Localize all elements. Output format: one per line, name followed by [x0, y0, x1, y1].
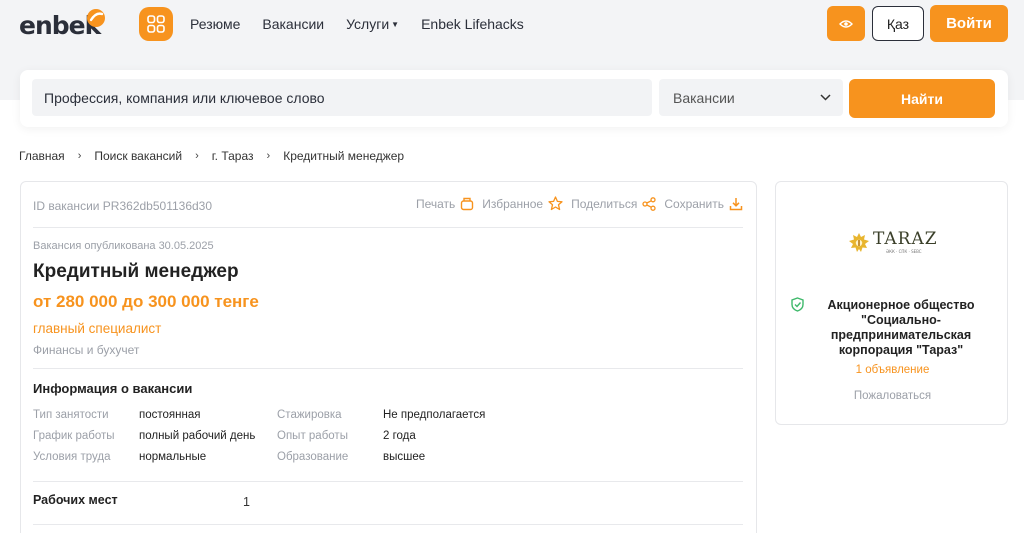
taraz-emblem-icon: [849, 232, 869, 252]
apps-grid-icon: [147, 15, 165, 33]
printer-icon: [461, 197, 474, 210]
info-label: Образование: [277, 450, 349, 463]
info-value: высшее: [383, 450, 426, 463]
job-category: Финансы и бухучет: [33, 343, 140, 357]
company-ads-link[interactable]: 1 объявление: [776, 364, 1009, 376]
seats-value: 1: [243, 495, 250, 509]
nav-item-services[interactable]: Услуги ▼: [346, 16, 399, 32]
vacancy-card: ID вакансии PR362db501136d30 Печать Избр…: [20, 181, 757, 533]
divider: [33, 368, 743, 369]
complain-link[interactable]: Пожаловаться: [776, 390, 1009, 402]
info-value: постоянная: [139, 408, 201, 421]
breadcrumb-current: Кредитный менеджер: [283, 149, 405, 163]
info-value: нормальные: [139, 450, 207, 463]
chevron-down-icon: [820, 94, 831, 101]
search-type-value: Вакансии: [673, 89, 735, 106]
info-label: Опыт работы: [277, 429, 348, 442]
divider: [33, 524, 743, 525]
job-title: Кредитный менеджер: [33, 261, 239, 282]
print-button[interactable]: Печать: [416, 197, 474, 211]
favorite-button[interactable]: Избранное: [482, 196, 563, 211]
info-label: Условия труда: [33, 450, 111, 463]
search-panel: Вакансии Найти: [20, 70, 1008, 127]
info-row: Условия труда нормальные Образование выс…: [33, 446, 533, 467]
caret-down-icon: ▼: [391, 20, 400, 29]
company-logo[interactable]: TARAZ ӘКК · СПК · SEBC: [848, 231, 938, 254]
info-value: Не предполагается: [383, 408, 486, 421]
company-logo-text: TARAZ: [873, 229, 938, 249]
share-icon: [642, 196, 657, 211]
search-type-select[interactable]: Вакансии: [659, 79, 843, 116]
print-label: Печать: [415, 196, 456, 211]
nav-item-services-label: Услуги: [346, 16, 390, 32]
save-button[interactable]: Сохранить: [664, 197, 743, 211]
nav-item-vacancies[interactable]: Вакансии: [262, 16, 324, 32]
nav-item-resume[interactable]: Резюме: [190, 16, 240, 32]
info-row: Тип занятости постоянная Стажировка Не п…: [33, 404, 533, 425]
breadcrumb-home[interactable]: Главная: [19, 149, 65, 163]
language-button[interactable]: Қаз: [872, 6, 924, 41]
info-value: 2 года: [383, 429, 416, 442]
download-icon: [729, 197, 743, 210]
breadcrumb-separator-icon: ›: [266, 150, 271, 162]
logo-mark-icon: [87, 9, 105, 27]
breadcrumb-city[interactable]: г. Тараз: [212, 149, 254, 163]
share-label: Поделиться: [571, 196, 638, 211]
company-name[interactable]: Акционерное общество "Социально-предприн…: [806, 298, 996, 358]
breadcrumb-separator-icon: ›: [195, 150, 199, 162]
info-value: полный рабочий день: [139, 429, 256, 442]
info-label: Стажировка: [277, 408, 342, 421]
apps-menu-button[interactable]: [139, 7, 173, 41]
favorite-label: Избранное: [482, 196, 544, 211]
vacancy-info-grid: Тип занятости постоянная Стажировка Не п…: [33, 404, 533, 467]
shield-check-icon: [791, 297, 804, 312]
search-input[interactable]: [32, 79, 652, 116]
nav-item-lifehacks[interactable]: Enbek Lifehacks: [421, 16, 524, 32]
company-logo-wordmark: TARAZ ӘКК · СПК · SEBC: [870, 229, 938, 255]
accessibility-button[interactable]: [827, 6, 865, 41]
info-label: Тип занятости: [33, 408, 109, 421]
divider: [33, 481, 743, 482]
main-nav: Резюме Вакансии Услуги ▼ Enbek Lifehacks: [190, 16, 546, 32]
info-label: График работы: [33, 429, 115, 442]
info-section-title: Информация о вакансии: [33, 381, 193, 396]
company-card: TARAZ ӘКК · СПК · SEBC Акционерное общес…: [775, 181, 1008, 425]
breadcrumb-search[interactable]: Поиск вакансий: [94, 149, 182, 163]
star-icon: [548, 196, 563, 211]
enbek-logo[interactable]: enbek: [19, 8, 105, 42]
salary: от 280 000 до 300 000 тенге: [33, 292, 259, 311]
login-button[interactable]: Войти: [930, 5, 1008, 42]
share-button[interactable]: Поделиться: [571, 196, 657, 211]
eye-icon: [839, 19, 853, 28]
save-label: Сохранить: [664, 196, 724, 211]
vacancy-id: ID вакансии PR362db501136d30: [33, 199, 213, 213]
divider: [33, 227, 743, 228]
breadcrumb: Главная › Поиск вакансий › г. Тараз › Кр…: [19, 149, 404, 163]
published-date: Вакансия опубликована 30.05.2025: [33, 240, 214, 252]
info-row: График работы полный рабочий день Опыт р…: [33, 425, 533, 446]
company-logo-subtext: ӘКК · СПК · SEBC: [885, 249, 922, 254]
position-level: главный специалист: [33, 321, 162, 336]
breadcrumb-separator-icon: ›: [77, 150, 82, 162]
seats-label: Рабочих мест: [33, 493, 118, 507]
search-button[interactable]: Найти: [849, 79, 995, 118]
vacancy-actions: Печать Избранное Поделиться Сохранить: [408, 196, 743, 211]
